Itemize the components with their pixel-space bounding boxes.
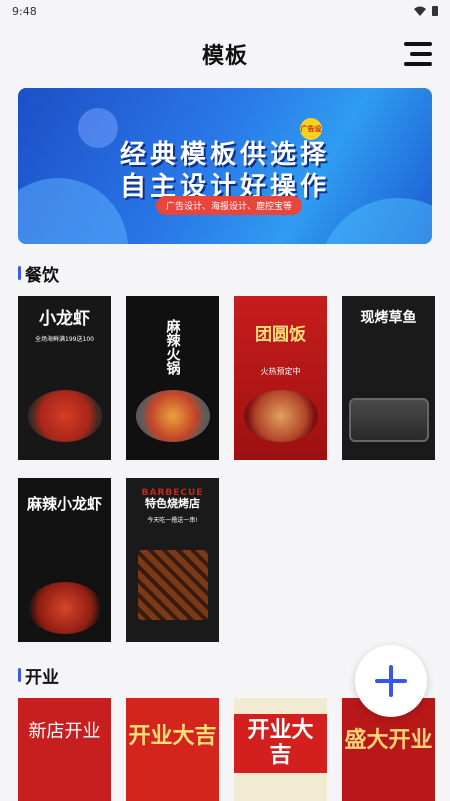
template-title: 开业大吉 xyxy=(234,714,327,773)
food-image xyxy=(348,398,429,442)
menu-line xyxy=(404,42,432,46)
food-image xyxy=(137,550,208,620)
section-title-catering: 餐饮 xyxy=(18,262,450,286)
template-title: 小龙虾 xyxy=(39,309,90,329)
template-card[interactable]: 团圆饭 火热预定中 xyxy=(234,296,327,460)
template-card[interactable]: 麻辣火锅 xyxy=(126,296,219,460)
banner-subtitle: 广告设计、海报设计、鹿控宝等 xyxy=(156,196,303,215)
page-title: 模板 xyxy=(201,44,248,69)
menu-line xyxy=(410,52,432,56)
template-title: 麻辣小龙虾 xyxy=(26,495,102,513)
template-card[interactable]: 新店开业 xyxy=(18,698,111,801)
template-title: 新店开业 xyxy=(28,721,101,742)
app-header: 模板 xyxy=(0,22,450,86)
template-card[interactable]: 现烤草鱼 xyxy=(342,296,435,460)
template-card[interactable]: 麻辣小龙虾 xyxy=(18,478,111,642)
template-subtitle: 今天吃一撸送一串! xyxy=(147,516,198,524)
menu-icon[interactable] xyxy=(404,42,432,66)
plus-icon xyxy=(375,665,407,697)
template-title: 特色烧烤店 xyxy=(145,497,200,510)
food-image xyxy=(135,390,210,442)
template-title: 麻辣火锅 xyxy=(164,319,181,375)
section-marker xyxy=(18,266,21,280)
template-subtitle: 火热预定中 xyxy=(260,366,301,376)
status-icons xyxy=(414,6,438,16)
menu-line xyxy=(404,62,432,66)
status-bar: 9:48 xyxy=(0,0,450,22)
promo-banner[interactable]: 广告设计 经典模板供选择 自主设计好操作 广告设计、海报设计、鹿控宝等 xyxy=(18,88,432,244)
template-title: 现烤草鱼 xyxy=(360,310,417,326)
wifi-icon xyxy=(414,6,426,16)
catering-template-grid: 小龙虾 全场海鲜满199送100 麻辣火锅 团圆饭 火热预定中 现烤草鱼 麻辣小… xyxy=(18,296,450,642)
food-image xyxy=(27,390,102,442)
banner-decoration xyxy=(318,198,432,244)
status-time: 9:48 xyxy=(12,4,37,18)
template-pretitle: BARBECUE xyxy=(141,488,204,498)
section-label: 开业 xyxy=(25,667,59,688)
template-title: 团圆饭 xyxy=(255,325,306,345)
battery-icon xyxy=(432,6,438,16)
add-template-button[interactable] xyxy=(355,645,427,717)
template-title: 盛大开业 xyxy=(344,728,433,753)
food-image xyxy=(27,582,102,634)
template-title: 开业大吉 xyxy=(128,724,217,749)
section-label: 餐饮 xyxy=(25,265,59,286)
food-image xyxy=(243,390,318,442)
template-card[interactable]: BARBECUE 特色烧烤店 今天吃一撸送一串! xyxy=(126,478,219,642)
template-subtitle: 全场海鲜满199送100 xyxy=(35,335,94,343)
template-card[interactable]: 小龙虾 全场海鲜满199送100 xyxy=(18,296,111,460)
template-card[interactable]: 开业大吉 xyxy=(234,698,327,801)
section-marker xyxy=(18,668,21,682)
template-card[interactable]: 开业大吉 xyxy=(126,698,219,801)
